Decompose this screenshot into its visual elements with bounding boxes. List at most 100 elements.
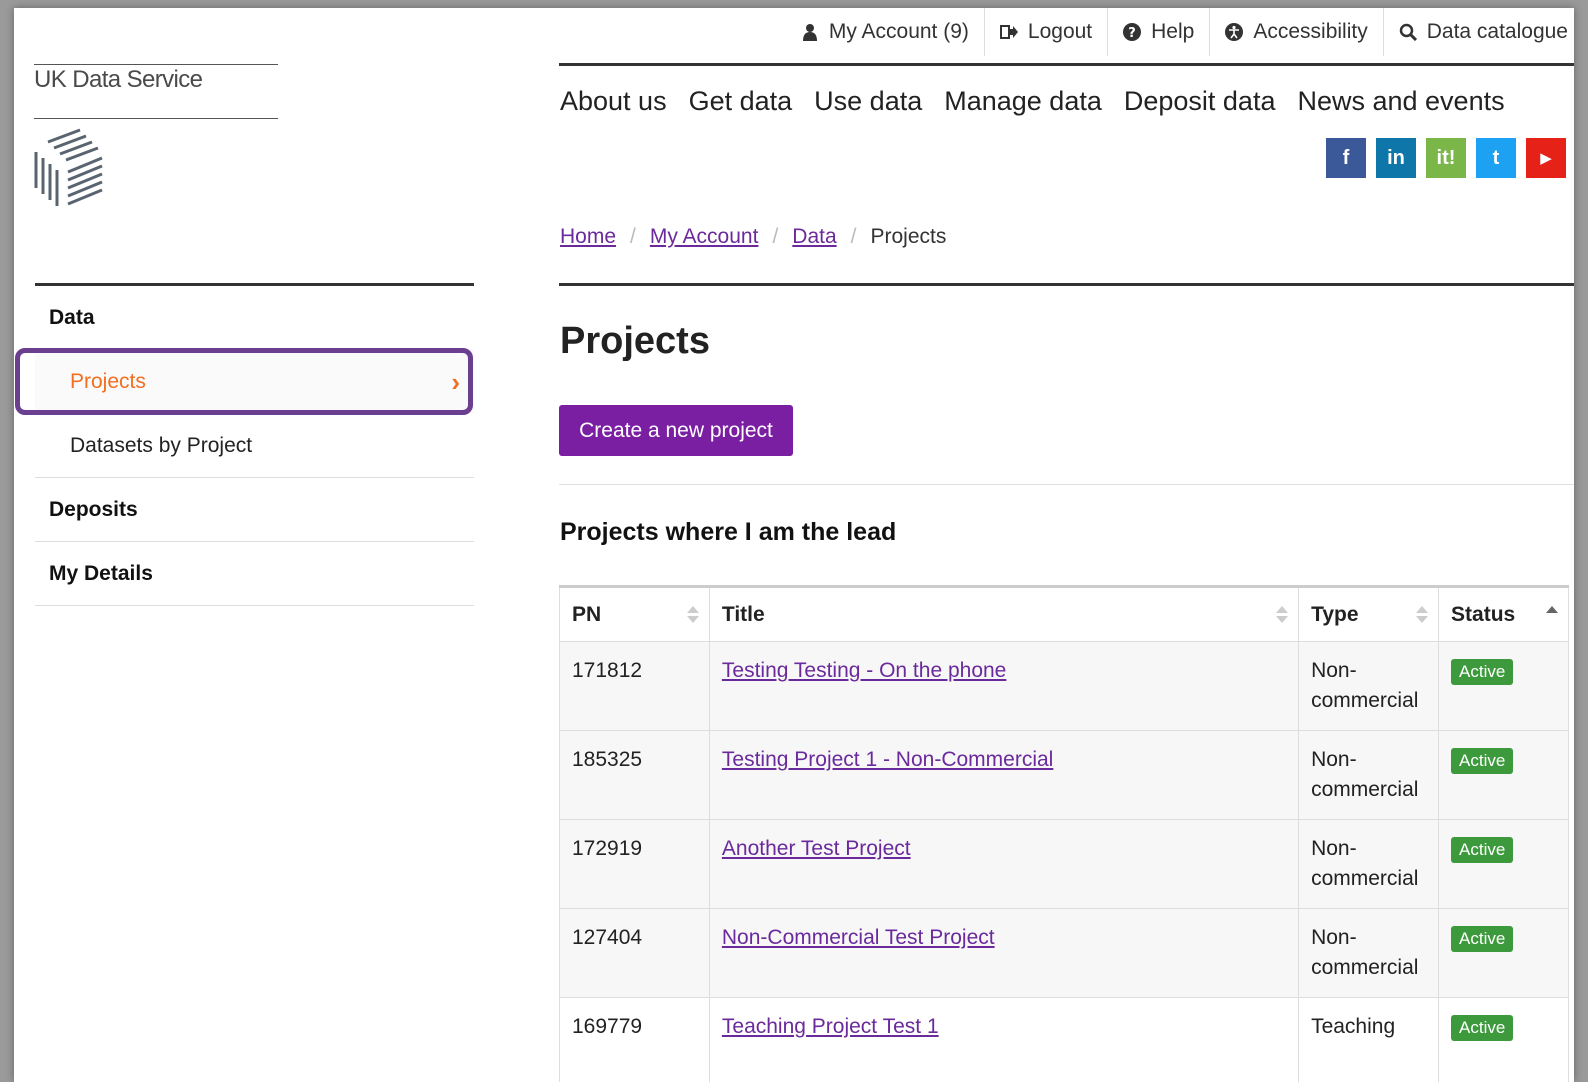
cell-type: Non- commercial xyxy=(1298,730,1440,820)
page-title: Projects xyxy=(560,320,710,362)
breadcrumb-my-account[interactable]: My Account xyxy=(650,225,759,249)
logout-icon xyxy=(999,25,1018,39)
facebook-icon[interactable]: f xyxy=(1326,138,1366,178)
table-row: 185325 Testing Project 1 - Non-Commercial… xyxy=(559,730,1569,820)
nav-deposit-data[interactable]: Deposit data xyxy=(1124,86,1276,117)
help-link[interactable]: ? Help xyxy=(1108,8,1211,56)
breadcrumb-home[interactable]: Home xyxy=(560,225,616,249)
cell-status: Active xyxy=(1438,819,1569,909)
help-label: Help xyxy=(1151,20,1195,43)
accessibility-link[interactable]: Accessibility xyxy=(1210,8,1384,56)
status-badge: Active xyxy=(1451,926,1514,952)
column-header-label: PN xyxy=(572,602,602,626)
cell-title: Testing Project 1 - Non-Commercial xyxy=(708,730,1300,820)
breadcrumb-current: Projects xyxy=(870,225,947,248)
sort-icon xyxy=(1276,606,1289,623)
brand-name[interactable]: UK Data Service xyxy=(34,66,203,94)
logout-label: Logout xyxy=(1027,20,1093,43)
user-icon xyxy=(802,24,817,41)
header-divider xyxy=(559,63,1574,66)
cell-pn: 171812 xyxy=(559,641,710,731)
status-badge: Active xyxy=(1451,837,1514,863)
table-row: 172919 Another Test Project Non- commercia… xyxy=(559,819,1569,909)
sidebar-heading-data[interactable]: Data xyxy=(35,286,474,350)
content-divider xyxy=(559,484,1574,485)
cell-title: Teaching Project Test 1 xyxy=(708,997,1300,1082)
svg-text:?: ? xyxy=(1128,26,1136,41)
sidebar-item-datasets-by-project[interactable]: Datasets by Project xyxy=(35,414,474,478)
sidebar-heading-deposits[interactable]: Deposits xyxy=(35,478,474,542)
cell-title: Another Test Project xyxy=(708,819,1300,909)
help-icon: ? xyxy=(1123,23,1142,41)
nav-manage-data[interactable]: Manage data xyxy=(944,86,1102,117)
cell-pn: 169779 xyxy=(559,997,710,1082)
sort-icon xyxy=(1416,606,1429,623)
table-row: 171812 Testing Testing - On the phone Non-… xyxy=(559,641,1569,731)
status-badge: Active xyxy=(1451,748,1514,774)
youtube-icon[interactable]: ▶ xyxy=(1526,138,1566,178)
cell-status: Active xyxy=(1438,908,1569,998)
my-account-label: My Account (9) xyxy=(828,20,969,43)
column-header-label: Title xyxy=(721,602,765,626)
sidebar-heading-my-details[interactable]: My Details xyxy=(35,542,474,606)
table-row: 169779 Teaching Project Test 1 Teaching Act… xyxy=(559,997,1569,1082)
cell-type: Non- commercial xyxy=(1298,819,1440,909)
column-header-type[interactable]: Type xyxy=(1298,585,1440,642)
my-account-link[interactable]: My Account (9) xyxy=(786,8,985,56)
page-frame: UK Data Service Data Projects › Datasets… xyxy=(14,8,1574,1082)
sidebar-item-label: Datasets by Project xyxy=(70,434,253,457)
nav-news-and-events[interactable]: News and events xyxy=(1297,86,1504,117)
project-title-link[interactable]: Teaching Project Test 1 xyxy=(722,1015,939,1038)
uk-data-service-logo[interactable] xyxy=(34,128,106,213)
cell-title: Testing Testing - On the phone xyxy=(708,641,1300,731)
project-title-link[interactable]: Non-Commercial Test Project xyxy=(722,926,995,949)
breadcrumb-data[interactable]: Data xyxy=(792,225,836,249)
selection-highlight-box xyxy=(15,348,473,415)
cell-status: Active xyxy=(1438,641,1569,731)
project-title-link[interactable]: Another Test Project xyxy=(722,837,911,860)
search-icon xyxy=(1399,23,1417,41)
project-title-link[interactable]: Testing Project 1 - Non-Commercial xyxy=(722,748,1053,771)
column-header-pn[interactable]: PN xyxy=(559,585,710,642)
project-title-link[interactable]: Testing Testing - On the phone xyxy=(722,659,1006,682)
jiscmail-icon[interactable]: it! xyxy=(1426,138,1466,178)
cell-type: Non- commercial xyxy=(1298,641,1440,731)
accessibility-icon xyxy=(1225,23,1244,41)
accessibility-label: Accessibility xyxy=(1253,20,1368,43)
nav-use-data[interactable]: Use data xyxy=(814,86,922,117)
cell-type: Non- commercial xyxy=(1298,908,1440,998)
breadcrumb-divider xyxy=(559,283,1574,286)
breadcrumb: Home / My Account / Data / Projects xyxy=(560,225,946,249)
cell-pn: 127404 xyxy=(559,908,710,998)
create-project-button[interactable]: Create a new project xyxy=(559,405,793,456)
cell-pn: 185325 xyxy=(559,730,710,820)
column-header-label: Type xyxy=(1311,602,1359,626)
cell-status: Active xyxy=(1438,730,1569,820)
cell-status: Active xyxy=(1438,997,1569,1082)
sidebar-nav: Data Projects › Datasets by Project Depo… xyxy=(35,283,474,606)
linkedin-icon[interactable]: in xyxy=(1376,138,1416,178)
section-title: Projects where I am the lead xyxy=(560,518,897,546)
data-catalogue-link[interactable]: Data catalogue xyxy=(1384,8,1574,56)
social-links: f in it! t ▶ xyxy=(1326,138,1566,178)
nav-about-us[interactable]: About us xyxy=(560,86,667,117)
twitter-icon[interactable]: t xyxy=(1476,138,1516,178)
brand-divider-top xyxy=(34,64,278,65)
cell-type: Teaching xyxy=(1298,997,1440,1082)
column-header-title[interactable]: Title xyxy=(708,585,1300,642)
nav-get-data[interactable]: Get data xyxy=(689,86,793,117)
logout-link[interactable]: Logout xyxy=(985,8,1109,56)
sort-icon xyxy=(686,606,699,623)
utility-bar: My Account (9) Logout ? Help Accessibili… xyxy=(786,8,1574,60)
cell-pn: 172919 xyxy=(559,819,710,909)
status-badge: Active xyxy=(1451,659,1514,685)
data-catalogue-label: Data catalogue xyxy=(1426,20,1568,43)
breadcrumb-separator: / xyxy=(630,225,636,248)
projects-table: PN Title Type Status 171812 Testing Testi… xyxy=(559,585,1569,1082)
cell-title: Non-Commercial Test Project xyxy=(708,908,1300,998)
table-header-row: PN Title Type Status xyxy=(559,585,1569,642)
brand-divider-bottom xyxy=(34,118,278,119)
column-header-status[interactable]: Status xyxy=(1438,585,1569,642)
sort-ascending-icon xyxy=(1546,606,1558,616)
status-badge: Active xyxy=(1451,1015,1514,1041)
